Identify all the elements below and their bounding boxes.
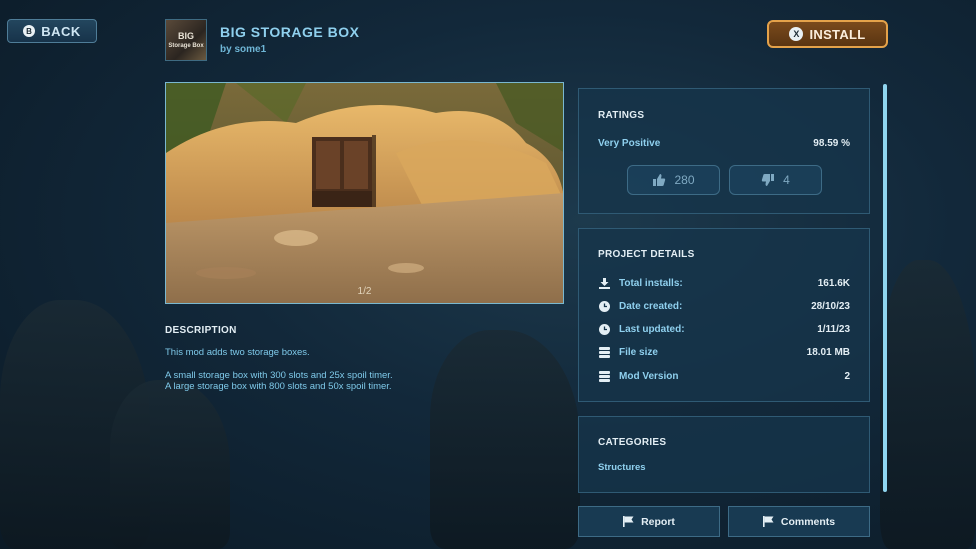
detail-row-date-created: Date created: 28/10/23 [598, 299, 850, 313]
project-details-panel: PROJECT DETAILS Total installs: 161.6K D… [578, 228, 870, 402]
gallery-counter: 1/2 [357, 286, 372, 297]
report-label: Report [641, 515, 675, 528]
database-icon [598, 346, 610, 358]
detail-row-file-size: File size 18.01 MB [598, 345, 850, 359]
description-line-1: This mod adds two storage boxes. [165, 347, 310, 358]
detail-value: 161.6K [817, 277, 850, 289]
mod-thumbnail: BIG Storage Box [165, 19, 207, 61]
flag-icon [623, 516, 634, 527]
gallery-image [166, 83, 563, 303]
description-line-3: A large storage box with 800 slots and 5… [165, 381, 392, 392]
category-item[interactable]: Structures [598, 462, 646, 473]
description-heading: DESCRIPTION [165, 325, 237, 336]
ratings-panel: RATINGS Very Positive 98.59 % 280 4 [578, 88, 870, 214]
detail-label: File size [619, 346, 658, 358]
detail-label: Date created: [619, 300, 683, 312]
x-button-glyph-icon: X [789, 27, 804, 41]
thumbs-down-icon [761, 174, 775, 186]
ratings-heading: RATINGS [598, 110, 645, 121]
detail-label: Mod Version [619, 370, 679, 382]
mod-author-link[interactable]: by some1 [220, 44, 266, 55]
comments-button[interactable]: Comments [728, 506, 870, 537]
flag-icon [762, 516, 774, 527]
comments-label: Comments [780, 515, 836, 528]
ratings-label: Very Positive [598, 138, 661, 149]
install-label: INSTALL [809, 26, 866, 42]
thumb-line2: Storage Box [168, 42, 204, 49]
upvote-count: 280 [674, 173, 695, 187]
download-icon [598, 277, 610, 289]
detail-value: 28/10/23 [811, 300, 850, 312]
back-button[interactable]: B BACK [7, 19, 97, 43]
clock-icon [598, 300, 610, 312]
categories-heading: CATEGORIES [598, 437, 667, 448]
detail-row-total-installs: Total installs: 161.6K [598, 276, 850, 290]
project-details-heading: PROJECT DETAILS [598, 249, 695, 260]
background-rock [430, 330, 580, 549]
categories-panel: CATEGORIES Structures [578, 416, 870, 493]
detail-value: 1/11/23 [817, 323, 850, 335]
scrollbar[interactable] [883, 84, 887, 492]
database-icon [598, 370, 610, 382]
report-button[interactable]: Report [578, 506, 720, 537]
background-rock [110, 380, 230, 549]
mod-title: BIG STORAGE BOX [220, 24, 360, 40]
back-label: BACK [41, 23, 81, 39]
clock-icon [598, 323, 610, 335]
downvote-button[interactable]: 4 [729, 165, 822, 195]
thumb-line1: BIG [177, 30, 194, 41]
ratings-percent: 98.59 % [813, 138, 850, 149]
detail-row-mod-version: Mod Version 2 [598, 369, 850, 383]
detail-value: 18.01 MB [806, 346, 850, 358]
screenshot-gallery[interactable]: 1/2 [165, 82, 564, 304]
install-button[interactable]: X INSTALL [767, 20, 888, 48]
background-rock [880, 260, 976, 549]
detail-label: Total installs: [619, 277, 683, 289]
downvote-count: 4 [783, 173, 790, 187]
thumbs-up-icon [653, 174, 666, 186]
upvote-button[interactable]: 280 [627, 165, 720, 195]
detail-row-last-updated: Last updated: 1/11/23 [598, 322, 850, 336]
description-line-2: A small storage box with 300 slots and 2… [165, 370, 393, 381]
detail-value: 2 [844, 370, 850, 382]
b-button-glyph-icon: B [23, 25, 36, 37]
detail-label: Last updated: [619, 323, 685, 335]
